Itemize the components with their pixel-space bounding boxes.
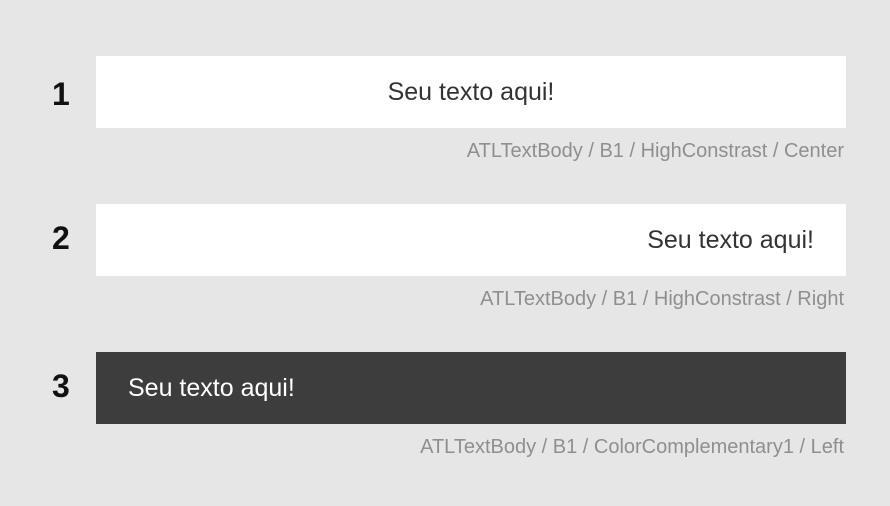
caption: ATLTextBody / B1 / ColorComplementary1 /… <box>420 436 844 458</box>
example-number: 2 <box>52 220 70 256</box>
sample-text: Seu texto aqui! <box>387 77 555 106</box>
example-number: 3 <box>52 368 70 404</box>
example-number: 1 <box>52 76 70 112</box>
caption: ATLTextBody / B1 / HighConstrast / Right <box>480 288 844 310</box>
text-box-left: Seu texto aqui! <box>96 352 846 424</box>
text-box-right: Seu texto aqui! <box>96 204 846 276</box>
text-box-center: Seu texto aqui! <box>96 56 846 128</box>
caption: ATLTextBody / B1 / HighConstrast / Cente… <box>466 140 844 162</box>
sample-text: Seu texto aqui! <box>128 373 295 402</box>
sample-text: Seu texto aqui! <box>647 225 814 254</box>
